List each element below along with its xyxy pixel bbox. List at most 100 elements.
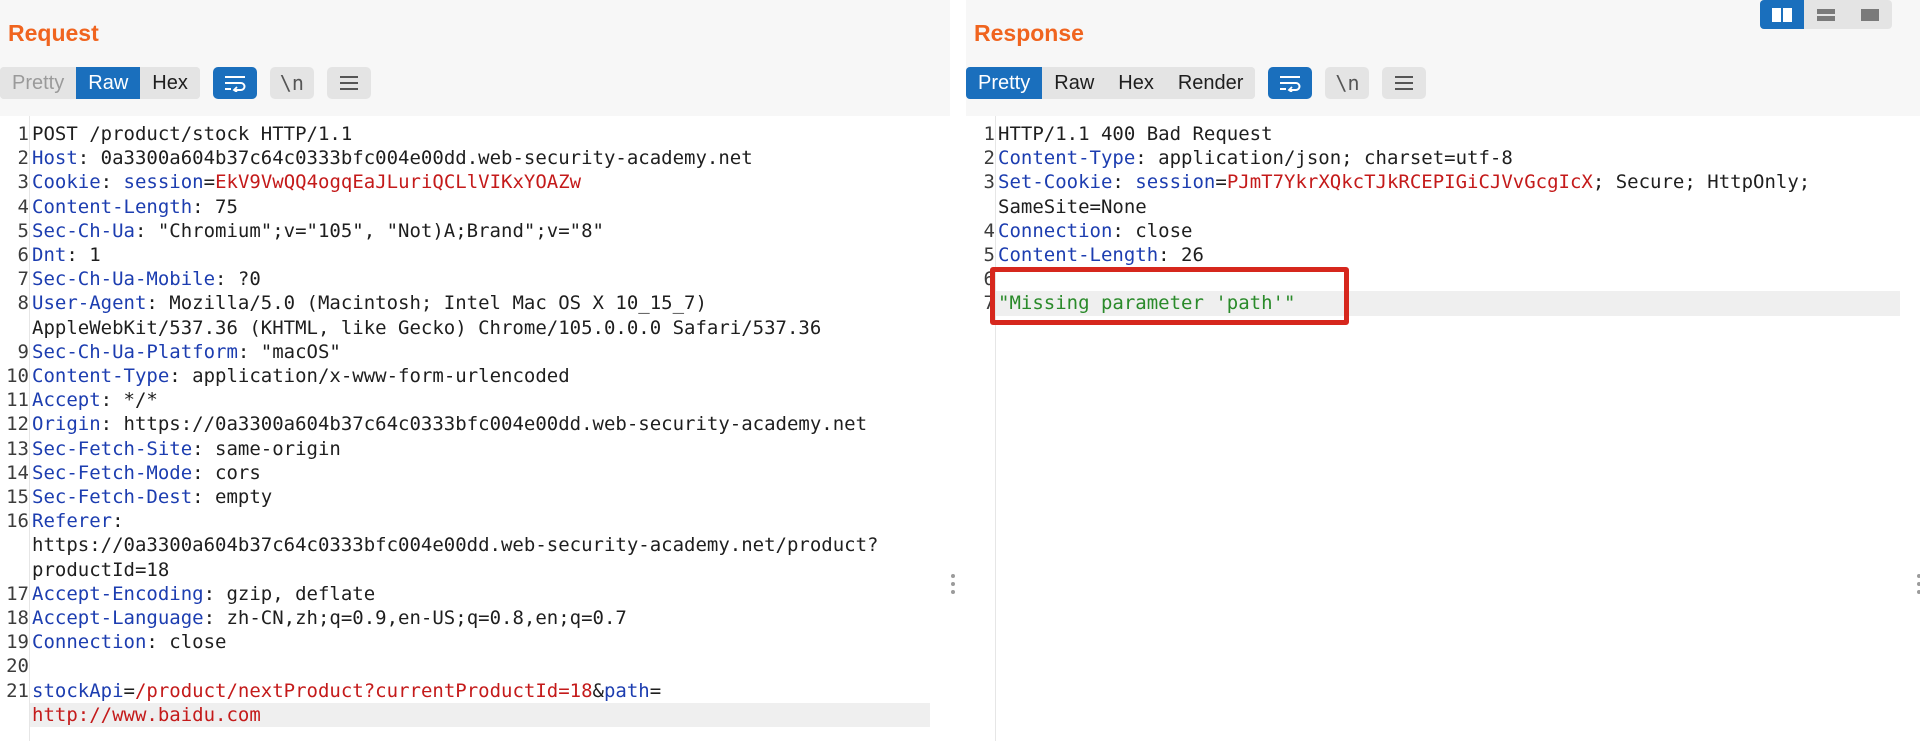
line-number: 1 bbox=[983, 123, 995, 145]
header-value: POST /product/stock HTTP/1.1 bbox=[32, 123, 353, 145]
request-gutter bbox=[29, 116, 30, 741]
header-value: : ?0 bbox=[215, 268, 261, 291]
code-line: SameSite=None bbox=[998, 195, 1147, 219]
line-number: 13 bbox=[6, 437, 29, 460]
response-pane: Response Pretty Raw Hex Render \n 1 HTTP… bbox=[966, 0, 1920, 741]
code-token: stockApi bbox=[32, 679, 124, 702]
code-line: Content-Length: 75 bbox=[32, 195, 238, 219]
cookie-name: session bbox=[1135, 171, 1216, 194]
code-line: Host: 0a3300a604b37c64c0333bfc004e00dd.w… bbox=[32, 146, 753, 170]
line-number: 20 bbox=[6, 655, 29, 678]
newline-icon[interactable]: \n bbox=[1325, 67, 1370, 99]
header-value: SameSite=None bbox=[998, 195, 1147, 218]
header-name: Host bbox=[32, 147, 78, 170]
header-value: : 0a3300a604b37c64c0333bfc004e00dd.web-s… bbox=[77, 147, 753, 170]
code-line: Connection: close bbox=[32, 630, 226, 654]
header-name: Sec-Fetch-Mode bbox=[32, 461, 193, 484]
code-token: = bbox=[649, 679, 662, 702]
header-name: Sec-Ch-Ua bbox=[32, 219, 135, 242]
tab-hex[interactable]: Hex bbox=[140, 67, 200, 99]
line-number: 4 bbox=[983, 219, 995, 242]
newline-icon[interactable]: \n bbox=[269, 67, 314, 99]
header-value: : https://0a3300a604b37c64c0333bfc004e00… bbox=[100, 413, 868, 436]
header-value: HTTP/1.1 400 Bad Request bbox=[998, 123, 1273, 145]
cookie-value: PJmT7YkrXQkcTJkRCEPIGiCJVvGcgIcX bbox=[1226, 171, 1593, 194]
request-editor[interactable]: 1 POST /product/stock HTTP/1.1 2 Host: 0a33… bbox=[0, 116, 950, 741]
header-value: : bbox=[1112, 171, 1136, 194]
tab-hex[interactable]: Hex bbox=[1106, 67, 1166, 99]
wrap-icon[interactable] bbox=[1268, 67, 1313, 99]
code-token: & bbox=[592, 679, 604, 702]
code-line: Sec-Fetch-Dest: empty bbox=[32, 485, 272, 509]
header-name: Content-Length bbox=[998, 244, 1159, 266]
header-value: : 75 bbox=[192, 195, 238, 218]
line-number: 3 bbox=[983, 171, 995, 194]
request-pane: Request Pretty Raw Hex \n 1 POST /product… bbox=[0, 0, 950, 741]
code-line: User-Agent: Mozilla/5.0 (Macintosh; Inte… bbox=[32, 291, 707, 315]
split-horizontal-icon[interactable] bbox=[1760, 0, 1804, 29]
header-value: : Mozilla/5.0 (Macintosh; Intel Mac OS X… bbox=[146, 292, 707, 315]
code-line: productId=18 bbox=[32, 558, 169, 582]
header-name: Sec-Ch-Ua-Platform bbox=[32, 340, 238, 363]
layout-toggle bbox=[1760, 0, 1892, 29]
header-value: : cors bbox=[192, 461, 261, 484]
code-line: https://0a3300a604b37c64c0333bfc004e00dd… bbox=[32, 533, 878, 557]
header-value: : gzip, deflate bbox=[203, 582, 376, 605]
header-value: : "macOS" bbox=[237, 340, 341, 363]
line-number: 3 bbox=[17, 171, 29, 194]
header-name: Content-Type bbox=[998, 147, 1136, 170]
wrap-icon[interactable] bbox=[212, 67, 257, 99]
header-value: : close bbox=[1112, 219, 1193, 242]
single-pane-icon[interactable] bbox=[1848, 0, 1892, 29]
line-number: 11 bbox=[6, 389, 29, 412]
header-value-tail: ; Secure; HttpOnly; bbox=[1592, 171, 1811, 194]
line-number: 6 bbox=[17, 244, 29, 266]
tab-render[interactable]: Render bbox=[1165, 67, 1256, 99]
line-number: 9 bbox=[17, 340, 29, 363]
header-name: Origin bbox=[32, 413, 101, 436]
line-number: 5 bbox=[17, 219, 29, 242]
header-value: : bbox=[112, 510, 124, 533]
header-name: Accept-Encoding bbox=[32, 582, 204, 605]
header-name: User-Agent bbox=[32, 292, 147, 315]
response-editor[interactable]: 1 HTTP/1.1 400 Bad Request 2 Content-Type : … bbox=[966, 116, 1920, 741]
header-name: Cookie bbox=[32, 171, 101, 194]
pane-resize-handle-right[interactable] bbox=[1916, 574, 1920, 594]
code-token: path bbox=[603, 679, 650, 702]
header-value: : close bbox=[146, 631, 227, 654]
header-name: Sec-Fetch-Site bbox=[32, 437, 193, 460]
line-number: 14 bbox=[6, 461, 29, 484]
line-number: 2 bbox=[983, 147, 995, 170]
menu-icon[interactable] bbox=[1382, 67, 1427, 99]
line-number: 4 bbox=[17, 195, 29, 218]
line-number: 21 bbox=[6, 679, 29, 702]
header-name: Content-Type bbox=[32, 365, 170, 387]
header-name: Set-Cookie bbox=[998, 171, 1113, 194]
split-vertical-icon[interactable] bbox=[1804, 0, 1848, 29]
line-number: 15 bbox=[6, 486, 29, 508]
header-name: Accept bbox=[32, 389, 101, 412]
request-title: Request bbox=[8, 20, 99, 46]
code-line: Origin: https://0a3300a604b37c64c0333bfc… bbox=[32, 412, 867, 436]
code-line: POST /product/stock HTTP/1.1 bbox=[32, 122, 352, 146]
header-value: : 1 bbox=[66, 244, 101, 266]
tab-pretty[interactable]: Pretty bbox=[966, 67, 1043, 99]
tab-pretty[interactable]: Pretty bbox=[0, 67, 77, 99]
header-name: Connection bbox=[998, 219, 1113, 242]
response-toolbar: Pretty Raw Hex Render \n bbox=[966, 67, 1427, 99]
header-value: : zh-CN,zh;q=0.9,en-US;q=0.8,en;q=0.7 bbox=[203, 607, 627, 629]
request-header: Request Pretty Raw Hex \n bbox=[0, 0, 950, 116]
line-number: 19 bbox=[6, 631, 29, 654]
tab-raw[interactable]: Raw bbox=[76, 67, 141, 99]
tab-raw[interactable]: Raw bbox=[1042, 67, 1107, 99]
header-name: Accept-Language bbox=[32, 607, 204, 629]
pane-resize-handle[interactable] bbox=[950, 574, 956, 594]
code-line: Sec-Fetch-Site: same-origin bbox=[32, 437, 341, 461]
code-line: Cookie: session=EkV9VwQQ4ogqEaJLuriQCLlV… bbox=[32, 171, 582, 194]
code-line: Sec-Ch-Ua-Mobile: ?0 bbox=[32, 267, 261, 291]
line-number: 10 bbox=[6, 365, 29, 387]
header-value: : same-origin bbox=[192, 437, 341, 460]
line-number: 8 bbox=[17, 292, 29, 315]
menu-icon[interactable] bbox=[326, 67, 371, 99]
code-line: Dnt: 1 bbox=[32, 243, 101, 267]
